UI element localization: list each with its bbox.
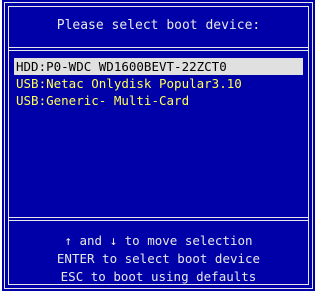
boot-device-item-usb-netac[interactable]: USB:Netac Onlydisk Popular3.10 xyxy=(14,75,303,92)
title-divider-bottom xyxy=(8,50,309,51)
boot-menu-dialog: Please select boot device: HDD:P0-WDC WD… xyxy=(2,0,315,291)
help-esc-defaults: ESC to boot using defaults xyxy=(60,269,257,284)
help-panel: ↑ and ↓ to move selection ENTER to selec… xyxy=(2,232,315,286)
help-move-selection: ↑ and ↓ to move selection xyxy=(64,233,253,248)
boot-device-item-hdd[interactable]: HDD:P0-WDC WD1600BEVT-22ZCT0 xyxy=(14,58,303,75)
help-divider-bottom xyxy=(8,220,309,221)
help-enter-select: ENTER to select boot device xyxy=(56,251,261,266)
boot-device-list: HDD:P0-WDC WD1600BEVT-22ZCT0 USB:Netac O… xyxy=(14,58,303,109)
dialog-title: Please select boot device: xyxy=(56,18,261,33)
boot-device-item-usb-generic[interactable]: USB:Generic- Multi-Card xyxy=(14,92,303,109)
help-divider-top xyxy=(8,217,309,218)
title-divider-top xyxy=(8,47,309,48)
